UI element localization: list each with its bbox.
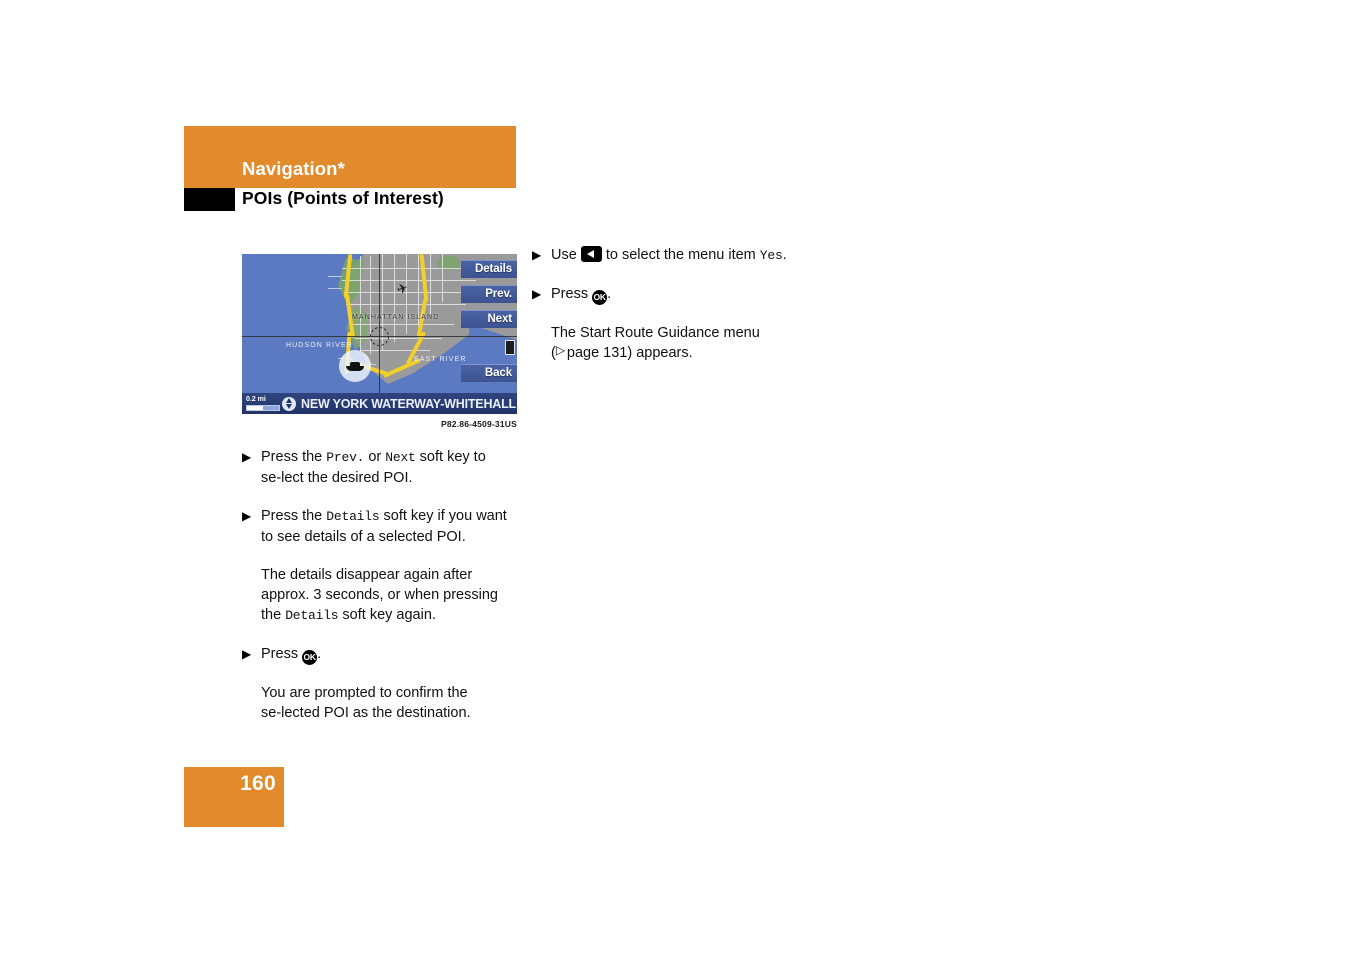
menu-item-name: Yes [759, 248, 783, 263]
bullet-triangle-icon: ▶ [532, 248, 542, 262]
softkey-details[interactable]: Details [461, 260, 517, 278]
cross-reference: ( page 131) appears. [551, 343, 832, 363]
text-run: ) appears. [627, 345, 693, 361]
map-scale-label: 0.2 mi [246, 396, 266, 403]
ok-button-icon: OK [592, 290, 608, 305]
map-street [346, 304, 466, 305]
text-run: or [364, 449, 386, 465]
map-poi-name: NEW YORK WATERWAY-WHITEHALL ST [301, 396, 517, 411]
text-run: soft key again. [338, 607, 436, 623]
text-run: . [607, 286, 612, 302]
bullet-triangle-icon: ▶ [242, 509, 252, 523]
softkey-next[interactable]: Next [461, 310, 517, 328]
text-run: to select the menu item [601, 247, 760, 263]
left-column: MANHATTAN ISLAND HUDSON RIVER EAST RIVER… [242, 254, 517, 723]
instruction-step: ▶ Press the Details soft key if you want… [242, 506, 517, 547]
softkey-back[interactable]: Back [461, 364, 517, 382]
reference-triangle-icon [556, 344, 565, 357]
instruction-text: Use to select the menu item Yes. [551, 245, 832, 266]
chapter-title: Navigation* [242, 158, 345, 179]
softkey-name: Prev. [326, 450, 365, 465]
ferry-icon [346, 361, 364, 371]
left-arrow-button-icon [580, 246, 602, 262]
map-street [442, 254, 443, 302]
softkey-name: Next [385, 450, 416, 465]
chapter-thumb-tab [184, 188, 235, 211]
note-paragraph: The Start Route Guidance menu ( page 131… [551, 323, 832, 363]
text-run: . [317, 646, 322, 662]
map-scale-bar [246, 405, 280, 411]
map-scale-indicator: 0.2 mi [244, 396, 280, 411]
map-street [430, 254, 431, 314]
compass-icon [282, 396, 296, 411]
page-number: 160 [240, 772, 276, 795]
instruction-step: ▶ Press OK. [242, 644, 517, 665]
page-reference: page 131 [566, 345, 628, 361]
softkey-name: Details [285, 608, 339, 623]
map-street [342, 268, 472, 269]
instruction-step: ▶ Press OK. [532, 284, 832, 305]
instruction-text: Press OK. [551, 284, 832, 305]
figure-caption: P82.86-4509-31US [441, 419, 517, 429]
instruction-text: Press OK. [261, 644, 517, 665]
text-run: Press [261, 646, 303, 662]
map-status-bar: 0.2 mi NEW YORK WATERWAY-WHITEHALL ST [242, 393, 517, 414]
text-run: The Start Route Guidance menu [551, 325, 760, 341]
map-pier [328, 288, 342, 289]
instruction-text: Press the Prev. or Next soft key to se‑l… [261, 447, 517, 488]
right-column: ▶ Use to select the menu item Yes. ▶ Pre… [532, 245, 832, 363]
map-crosshair-ring [370, 327, 389, 346]
map-screenshot: MANHATTAN ISLAND HUDSON RIVER EAST RIVER… [242, 254, 517, 414]
map-status-icon [505, 340, 515, 355]
note-paragraph: The details disappear again after approx… [261, 565, 517, 626]
map-street [342, 280, 476, 281]
poi-marker-ferry [339, 350, 371, 382]
text-run: Press the [261, 449, 327, 465]
text-run: Use [551, 247, 581, 263]
section-title: POIs (Points of Interest) [242, 188, 444, 208]
map-label-east-river: EAST RIVER [414, 356, 467, 363]
text-run: . [782, 247, 787, 263]
map-label-hudson-river: HUDSON RIVER [286, 342, 353, 349]
chapter-header-band: Navigation* [184, 126, 516, 188]
map-street [350, 324, 454, 325]
instruction-step: ▶ Use to select the menu item Yes. [532, 245, 832, 266]
ok-button-icon: OK [302, 650, 318, 665]
note-paragraph: You are prompted to confirm the se‑lecte… [261, 685, 471, 721]
bullet-triangle-icon: ▶ [242, 450, 252, 464]
softkey-name: Details [326, 509, 380, 524]
page-number-box: 160 [184, 767, 284, 827]
text-run: Press the [261, 508, 327, 524]
figure-navigation-poi-map: MANHATTAN ISLAND HUDSON RIVER EAST RIVER… [242, 254, 517, 429]
softkey-prev[interactable]: Prev. [461, 285, 517, 303]
map-pier [328, 276, 342, 277]
bullet-triangle-icon: ▶ [532, 287, 542, 301]
text-run: Press [551, 286, 593, 302]
bullet-triangle-icon: ▶ [242, 647, 252, 661]
map-label-manhattan: MANHATTAN ISLAND [352, 314, 440, 321]
instruction-step: ▶ Press the Prev. or Next soft key to se… [242, 447, 517, 488]
instruction-text: Press the Details soft key if you want t… [261, 506, 517, 547]
